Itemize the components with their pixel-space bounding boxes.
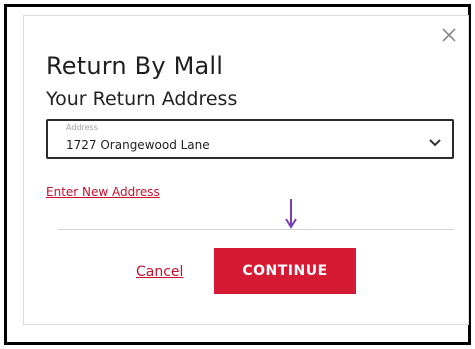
close-button[interactable] xyxy=(438,24,460,46)
chevron-down-icon xyxy=(428,133,442,152)
enter-new-address-link[interactable]: Enter New Address xyxy=(46,185,160,199)
continue-button[interactable]: CONTINUE xyxy=(214,248,356,294)
dialog-subtitle: Your Return Address xyxy=(46,88,238,110)
screenshot-frame: Return By Mall Your Return Address Addre… xyxy=(4,4,471,345)
dialog-title: Return By Mall xyxy=(46,52,224,80)
arrow-down-icon xyxy=(283,197,299,237)
return-by-mail-dialog: Return By Mall Your Return Address Addre… xyxy=(23,15,469,325)
divider xyxy=(58,229,454,230)
address-select-value: 1727 Orangewood Lane xyxy=(66,138,210,152)
address-select[interactable]: Address 1727 Orangewood Lane xyxy=(46,119,454,159)
close-icon xyxy=(438,24,460,46)
cancel-link[interactable]: Cancel xyxy=(136,264,183,280)
address-select-caption: Address xyxy=(66,123,98,132)
